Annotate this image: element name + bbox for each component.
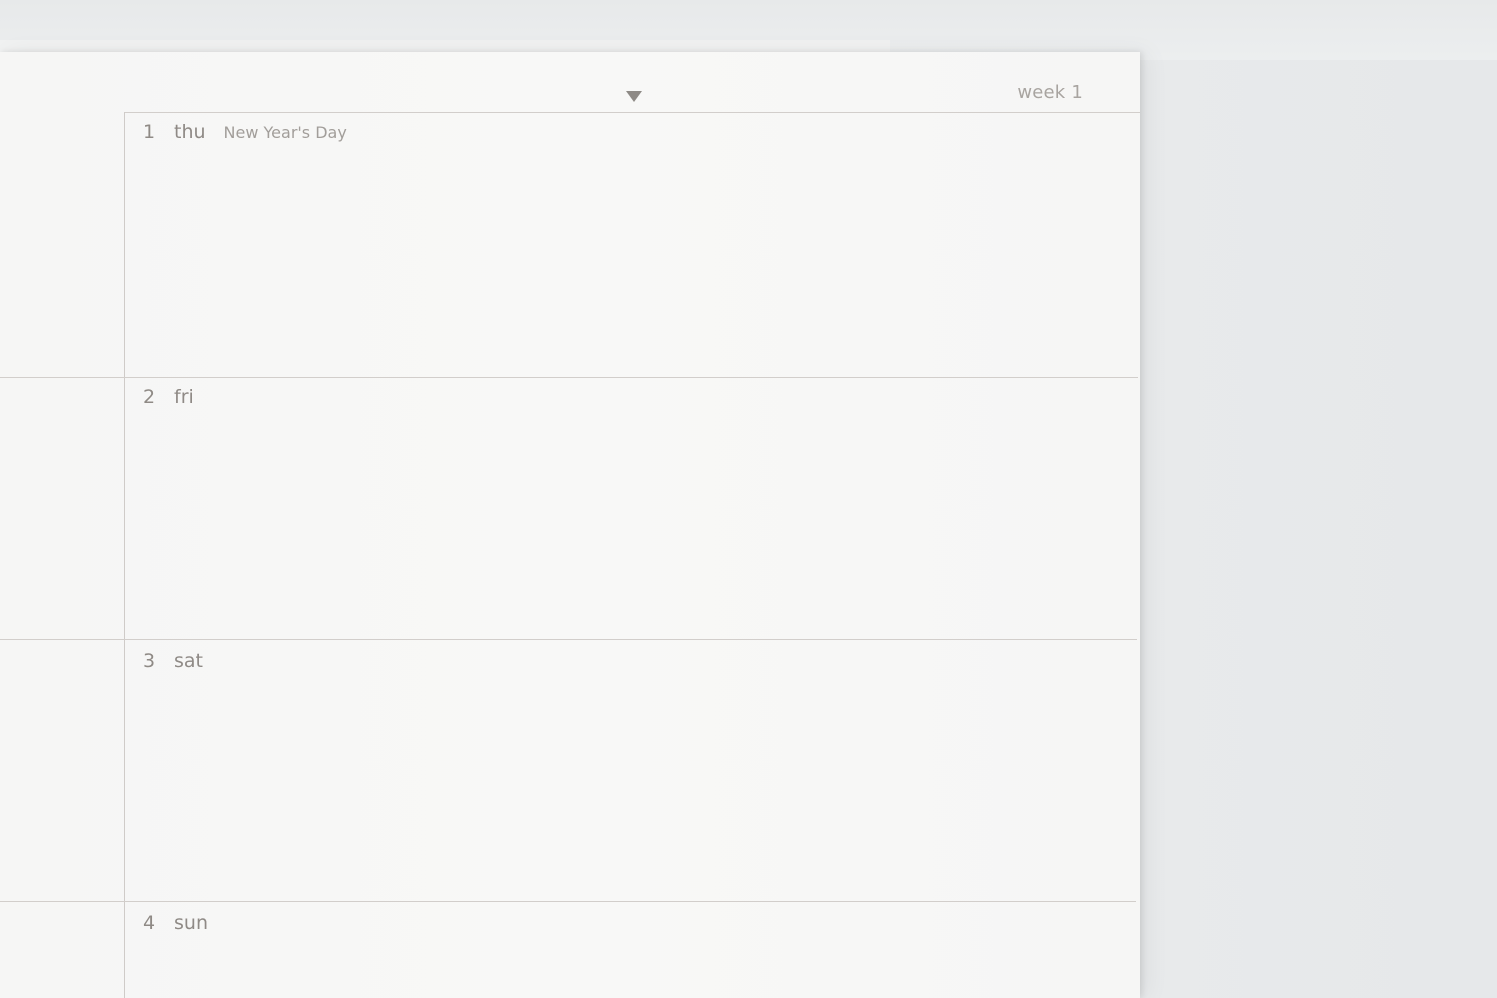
day-name: sat [174,650,203,672]
header-rule [124,112,1140,113]
day-row-4: 4 sun [140,912,208,934]
day-divider-2 [0,639,1137,640]
day-divider-3 [0,901,1136,902]
day-number: 3 [142,650,156,672]
week-label: week 1 [1017,82,1083,103]
holiday-label: New Year's Day [223,123,347,142]
triangle-marker-icon [626,91,642,102]
day-row-2: 2 fri [140,386,194,408]
day-divider-1 [0,377,1138,378]
day-number: 4 [142,912,156,934]
planner-page [0,52,1140,998]
day-name: sun [174,912,208,934]
left-margin-rule [124,112,125,998]
day-name: fri [174,386,194,408]
day-number: 2 [142,386,156,408]
day-row-3: 3 sat [140,650,203,672]
day-number: 1 [142,121,156,143]
day-name: thu [174,121,206,143]
day-row-1: 1 thu New Year's Day [140,121,347,143]
